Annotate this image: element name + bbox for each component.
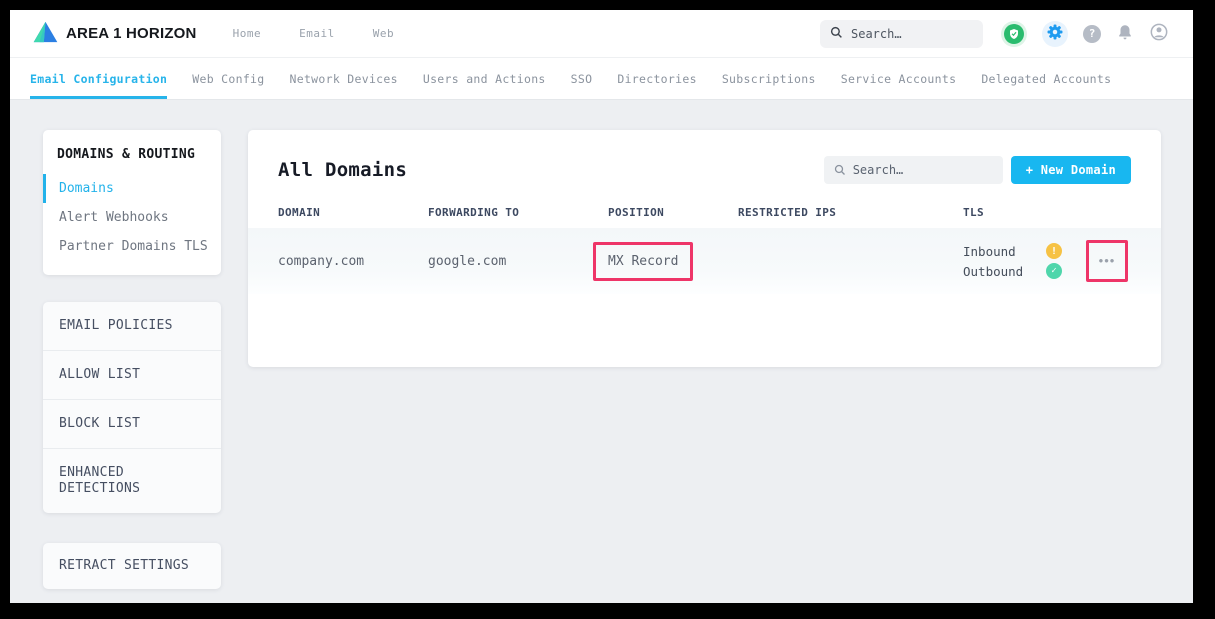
sidebar-item-email-policies[interactable]: EMAIL POLICIES — [43, 302, 221, 351]
logo-text: AREA 1 HORIZON — [66, 25, 197, 42]
sidebar-item-allow-list[interactable]: ALLOW LIST — [43, 351, 221, 400]
cell-tls: Inbound ! Outbound ✓ ••• — [963, 240, 1131, 282]
search-icon — [830, 24, 843, 43]
policy-sections-card: EMAIL POLICIES ALLOW LIST BLOCK LIST ENH… — [43, 302, 221, 513]
col-domain: DOMAIN — [278, 206, 428, 219]
top-nav-email[interactable]: Email — [299, 27, 335, 40]
top-nav: Home Email Web — [233, 27, 395, 40]
col-forwarding-to: FORWARDING TO — [428, 206, 608, 219]
tab-sso[interactable]: SSO — [571, 58, 593, 99]
tab-service-accounts[interactable]: Service Accounts — [841, 58, 957, 99]
page-title: All Domains — [278, 159, 407, 181]
sidebar-item-enhanced-detections[interactable]: ENHANCED DETECTIONS — [43, 449, 221, 513]
sidebar-item-partner-domains-tls[interactable]: Partner Domains TLS — [43, 232, 221, 261]
area1-triangle-icon — [32, 20, 59, 48]
tab-users-and-actions[interactable]: Users and Actions — [423, 58, 546, 99]
warning-icon: ! — [1046, 243, 1062, 259]
gear-icon — [1046, 23, 1064, 45]
tab-email-configuration[interactable]: Email Configuration — [30, 58, 167, 99]
annotation-highlight-position: MX Record — [593, 242, 693, 281]
table-row: company.com google.com MX Record Inbound… — [248, 228, 1161, 294]
top-bar: AREA 1 HORIZON Home Email Web — [10, 10, 1193, 58]
tls-inbound-label: Inbound — [963, 244, 1046, 259]
tab-web-config[interactable]: Web Config — [192, 58, 264, 99]
domains-routing-card: DOMAINS & ROUTING Domains Alert Webhooks… — [43, 130, 221, 275]
all-domains-header: All Domains + New Domain — [248, 130, 1161, 184]
tls-status-lines: Inbound ! Outbound ✓ — [963, 243, 1062, 279]
tab-network-devices[interactable]: Network Devices — [290, 58, 398, 99]
domains-search-input[interactable] — [853, 163, 993, 177]
config-tab-bar: Email Configuration Web Config Network D… — [10, 58, 1193, 100]
retract-settings-card: RETRACT SETTINGS — [43, 543, 221, 589]
tab-delegated-accounts[interactable]: Delegated Accounts — [981, 58, 1111, 99]
tab-subscriptions[interactable]: Subscriptions — [722, 58, 816, 99]
annotation-highlight-row-menu: ••• — [1086, 240, 1128, 282]
cell-position: MX Record — [608, 242, 738, 281]
sidebar: DOMAINS & ROUTING Domains Alert Webhooks… — [43, 130, 221, 589]
col-restricted-ips: RESTRICTED IPS — [738, 206, 963, 219]
all-domains-card: All Domains + New Domain DOMAIN FORWARDI… — [248, 130, 1161, 367]
top-icon-cluster: ? — [1001, 21, 1169, 47]
row-menu-ellipsis-button[interactable]: ••• — [1095, 254, 1120, 268]
sidebar-item-retract-settings[interactable]: RETRACT SETTINGS — [43, 543, 221, 589]
table-header: DOMAIN FORWARDING TO POSITION RESTRICTED… — [248, 206, 1161, 228]
top-nav-home[interactable]: Home — [233, 27, 262, 40]
global-search-input[interactable] — [851, 27, 973, 41]
col-position: POSITION — [608, 206, 738, 219]
help-icon[interactable]: ? — [1083, 25, 1101, 43]
new-domain-button[interactable]: + New Domain — [1011, 156, 1131, 184]
sidebar-item-domains[interactable]: Domains — [43, 174, 221, 203]
domains-routing-title: DOMAINS & ROUTING — [43, 147, 221, 174]
sidebar-item-alert-webhooks[interactable]: Alert Webhooks — [43, 203, 221, 232]
cell-forwarding-to: google.com — [428, 254, 608, 269]
notifications-bell-icon[interactable] — [1116, 23, 1134, 45]
tls-inbound-line: Inbound ! — [963, 243, 1062, 259]
logo[interactable]: AREA 1 HORIZON — [32, 20, 197, 48]
tls-outbound-label: Outbound — [963, 264, 1046, 279]
header-actions: + New Domain — [824, 156, 1131, 184]
tab-directories[interactable]: Directories — [617, 58, 696, 99]
check-icon: ✓ — [1046, 263, 1062, 279]
top-nav-web[interactable]: Web — [373, 27, 394, 40]
col-tls: TLS — [963, 206, 1131, 219]
tls-outbound-line: Outbound ✓ — [963, 263, 1062, 279]
search-icon — [834, 161, 846, 180]
domains-search[interactable] — [824, 156, 1003, 184]
cell-domain: company.com — [278, 254, 428, 269]
shield-check-icon — [1004, 24, 1024, 44]
app-window: AREA 1 HORIZON Home Email Web — [10, 10, 1193, 603]
content-area: DOMAINS & ROUTING Domains Alert Webhooks… — [10, 100, 1193, 589]
protection-status-button[interactable] — [1001, 21, 1027, 47]
user-account-icon[interactable] — [1149, 22, 1169, 46]
global-search[interactable] — [820, 20, 983, 48]
sidebar-item-block-list[interactable]: BLOCK LIST — [43, 400, 221, 449]
settings-button[interactable] — [1042, 21, 1068, 47]
